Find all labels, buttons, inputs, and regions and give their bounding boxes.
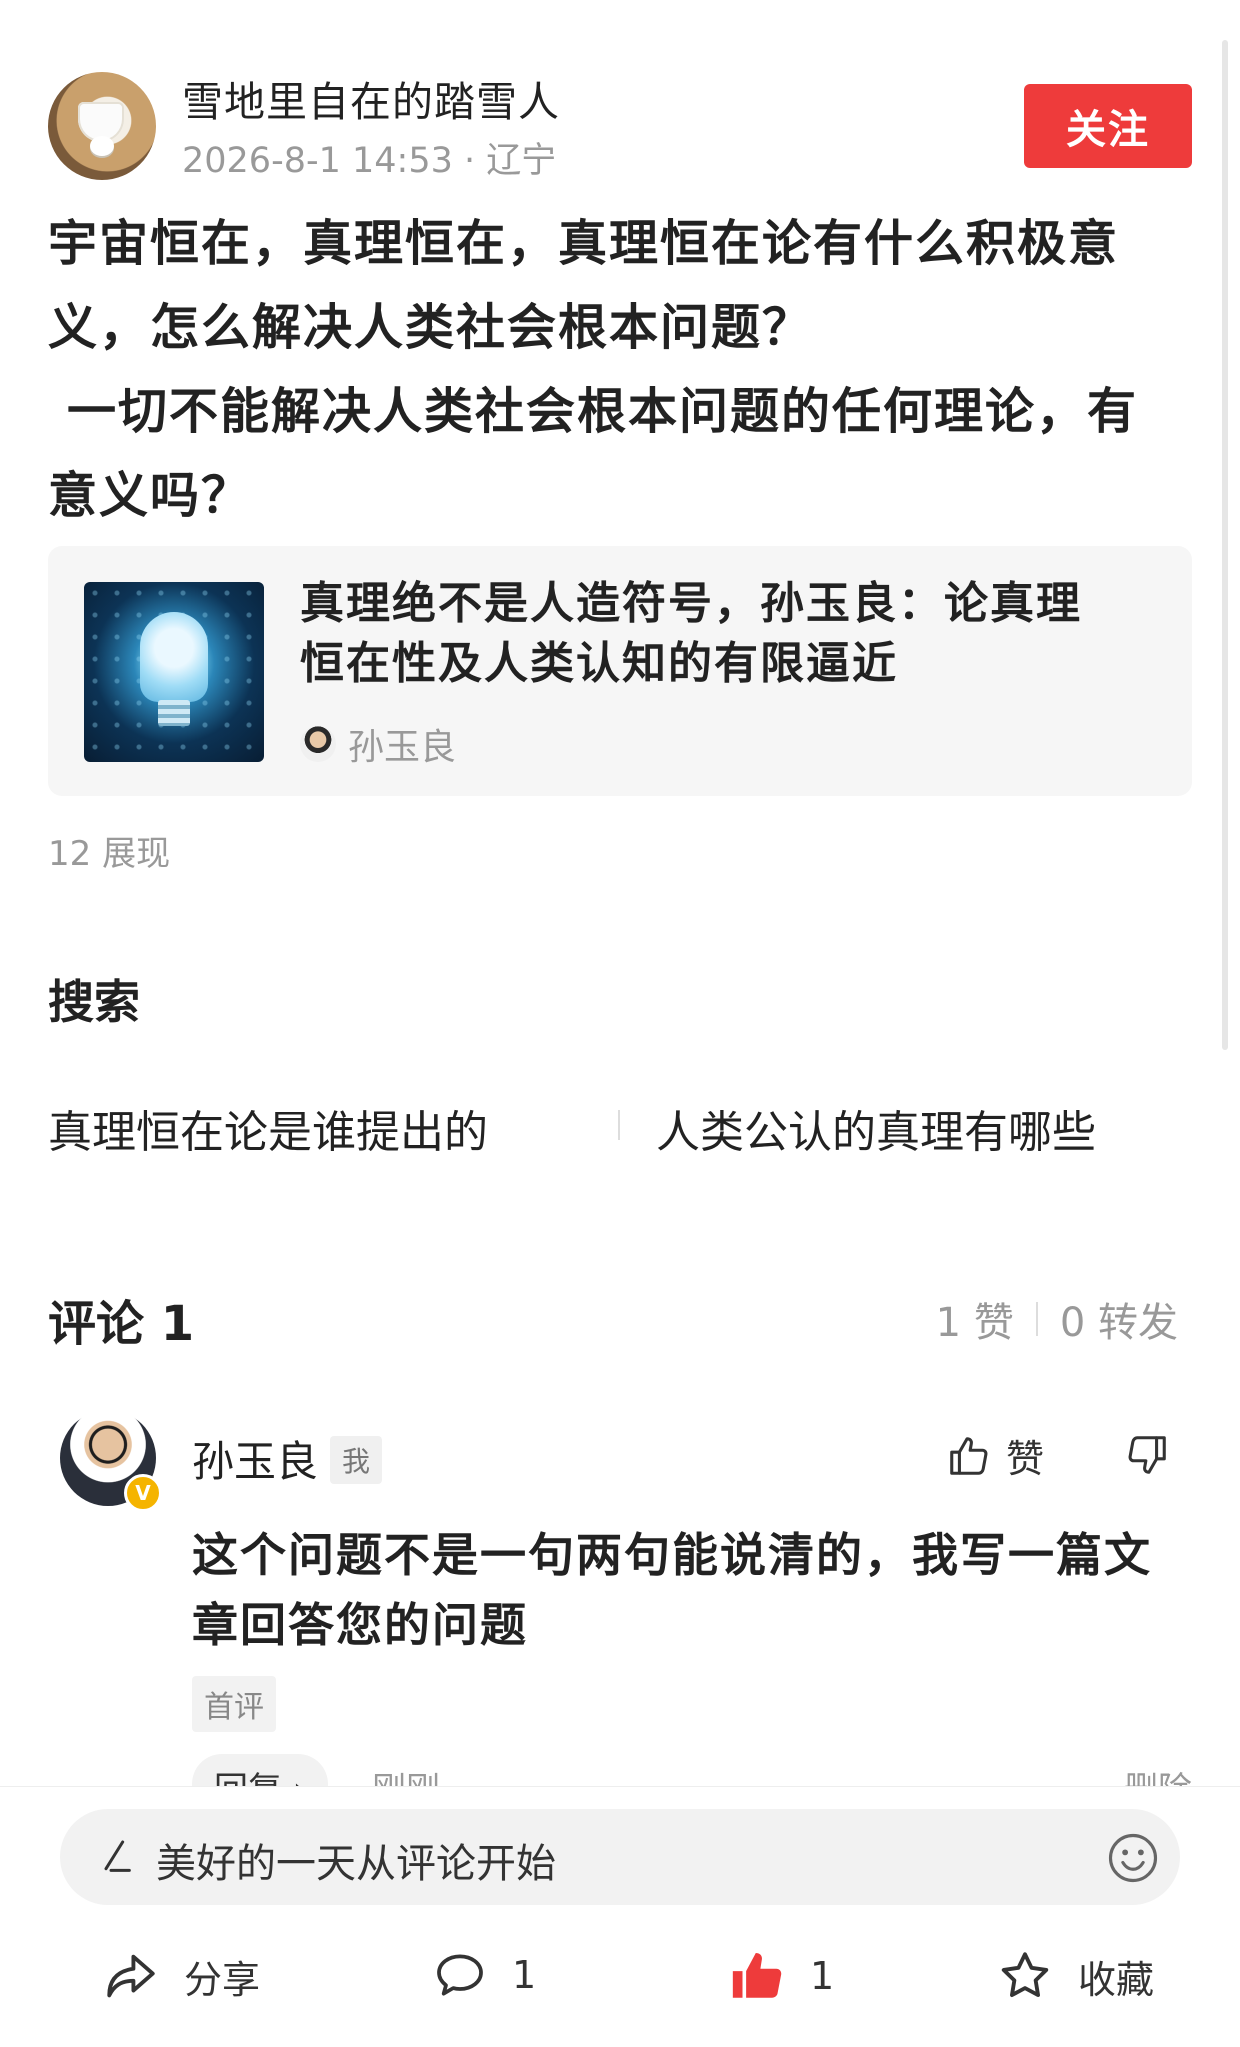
comment-dislike-button[interactable] — [1124, 1432, 1170, 1482]
post-line: 义，怎么解决人类社会根本问题？ — [48, 299, 814, 356]
impressions-count: 12 展现 — [48, 834, 171, 874]
favorite-button[interactable]: 收藏 — [996, 1947, 1154, 2005]
divider — [1035, 1302, 1038, 1336]
likes-count[interactable]: 1 赞 — [936, 1290, 1014, 1348]
divider — [618, 1110, 620, 1140]
share-label: 分享 — [184, 1957, 261, 2002]
thumbs-up-filled-icon — [732, 1953, 782, 1998]
comment-line: 章回答您的问题 — [192, 1598, 528, 1652]
search-heading: 搜索 — [48, 975, 140, 1029]
first-comment-tag: 首评 — [192, 1676, 276, 1732]
comment-button[interactable]: 1 — [432, 1947, 536, 2003]
post-line: 宇宙恒在，真理恒在，真理恒在论有什么积极意 — [48, 215, 1120, 272]
me-tag: 我 — [330, 1436, 383, 1484]
star-icon — [1001, 1952, 1049, 1998]
thumbs-up-icon — [950, 1436, 988, 1475]
comment-body: 这个问题不是一句两句能说清的，我写一篇文 章回答您的问题 — [192, 1520, 1192, 1660]
comment-like-label: 赞 — [1006, 1437, 1045, 1481]
comment-actions: 回复 › 刚刚 删除 — [192, 1754, 1192, 1790]
verified-badge-icon: V — [124, 1474, 162, 1512]
author-name[interactable]: 雪地里自在的踏雪人 — [182, 68, 560, 128]
comment-bubble-icon — [437, 1954, 483, 1996]
linked-article-card[interactable]: 真理绝不是人造符号，孙玉良：论真理 恒在性及人类认知的有限逼近 孙玉良 — [48, 546, 1192, 796]
shuttlecock-base — [90, 136, 114, 156]
favorite-label: 收藏 — [1078, 1957, 1155, 2002]
comments-stats: 1 赞 0 转发 — [936, 1290, 1178, 1348]
article-thumbnail — [84, 582, 264, 762]
comment-count: 1 — [512, 1953, 537, 1997]
like-count: 1 — [810, 1954, 835, 1998]
article-title: 真理绝不是人造符号，孙玉良：论真理 恒在性及人类认知的有限逼近 — [300, 574, 1160, 694]
share-icon — [107, 1954, 155, 1998]
post-line: 一切不能解决人类社会根本问题的任何理论，有 — [48, 383, 1139, 440]
follow-button[interactable]: 关注 — [1024, 84, 1192, 168]
commenter-name[interactable]: 孙玉良 — [192, 1428, 318, 1489]
reposts-count[interactable]: 0 转发 — [1060, 1290, 1178, 1348]
comment-input[interactable]: 美好的一天从评论开始 — [60, 1809, 1180, 1905]
article-author-name: 孙玉良 — [348, 727, 457, 768]
bottom-bar: 美好的一天从评论开始 分享 1 1 收藏 — [0, 1786, 1240, 2047]
lightbulb-icon — [140, 612, 208, 702]
emoji-icon[interactable] — [1106, 1831, 1160, 1885]
article-title-line: 真理绝不是人造符号，孙玉良：论真理 — [300, 578, 1082, 629]
scrollbar[interactable] — [1222, 40, 1228, 1050]
like-button[interactable]: 1 — [728, 1947, 834, 2005]
post-line: 意义吗？ — [48, 467, 253, 524]
comment-input-placeholder: 美好的一天从评论开始 — [156, 1841, 556, 1887]
post-body: 宇宙恒在，真理恒在，真理恒在论有什么积极意 义，怎么解决人类社会根本问题？ 一切… — [48, 202, 1198, 538]
comment-line: 这个问题不是一句两句能说清的，我写一篇文 — [192, 1528, 1152, 1582]
post-timestamp-location: 2026-8-1 14:53 · 辽宁 — [182, 141, 557, 181]
pen-icon — [104, 1840, 131, 1872]
article-author-avatar — [300, 726, 336, 762]
thumbs-down-icon — [1128, 1436, 1166, 1474]
lightbulb-base — [158, 700, 190, 726]
reply-button[interactable]: 回复 › — [192, 1754, 329, 1790]
article-title-line: 恒在性及人类认知的有限逼近 — [300, 638, 898, 689]
author-avatar[interactable] — [48, 72, 156, 180]
search-suggestion[interactable]: 人类公认的真理有哪些 — [656, 1096, 1096, 1160]
search-suggestion[interactable]: 真理恒在论是谁提出的 — [48, 1096, 488, 1160]
comments-title: 评论 1 — [48, 1296, 195, 1352]
share-button[interactable]: 分享 — [102, 1947, 260, 2005]
comment-like-button[interactable]: 赞 — [946, 1428, 1044, 1483]
